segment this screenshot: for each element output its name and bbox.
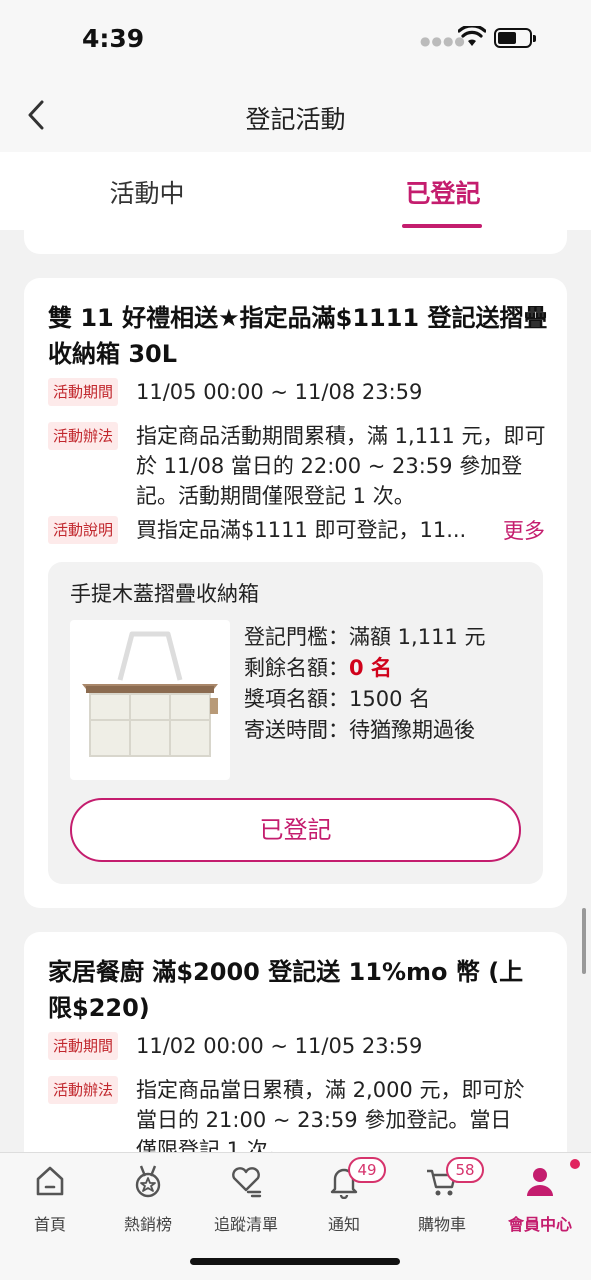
prize-delivery: 寄送時間：待猶豫期過後 [244, 718, 475, 742]
notification-badge: 49 [348, 1157, 386, 1183]
tab-bestsellers-label: 熱銷榜 [123, 1215, 172, 1234]
method-label: 活動辦法 [48, 1076, 119, 1104]
tab-cart-label: 購物車 [417, 1215, 466, 1234]
tab-home[interactable]: 首頁 [0, 1163, 100, 1235]
period-label: 活動期間 [48, 378, 119, 406]
tab-notifications-label: 通知 [327, 1215, 360, 1234]
event-card: 家居餐廚 滿$2000 登記送 11%mo 幣 (上限$220) 活動期間 11… [24, 932, 567, 1152]
remaining-value: 0 名 [349, 656, 392, 680]
tab-cart[interactable]: 58 購物車 [392, 1157, 492, 1235]
tab-indicator [402, 224, 482, 228]
method-value: 指定商品活動期間累積，滿 1,111 元，即可於 11/08 當日的 22:00… [136, 424, 546, 508]
scrollbar[interactable] [582, 908, 586, 974]
method-value: 指定商品當日累積，滿 2,000 元，即可於當日的 21:00 ~ 23:59 … [136, 1078, 525, 1152]
event-card: 雙 11 好禮相送★指定品滿$1111 登記送摺疊收納箱 30L 活動期間 11… [24, 278, 567, 908]
tab-registered[interactable]: 已登記 [380, 174, 506, 210]
cart-icon-wrap: 58 [424, 1157, 484, 1199]
method-label: 活動辦法 [48, 422, 119, 450]
period-value: 11/05 00:00 ~ 11/08 23:59 [136, 380, 423, 404]
home-indicator [190, 1258, 400, 1265]
heart-list-icon [232, 1167, 262, 1198]
tab-member-label: 會員中心 [507, 1215, 572, 1234]
prize-name: 手提木蓋摺疊收納箱 [70, 582, 259, 606]
tab-bestsellers[interactable]: 熱銷榜 [98, 1163, 198, 1235]
cart-badge: 58 [446, 1157, 484, 1183]
desc-value: 買指定品滿$1111 即可登記，11... [136, 518, 467, 542]
tab-home-label: 首頁 [33, 1215, 66, 1234]
home-icon [36, 1166, 64, 1196]
prize-image [70, 620, 230, 780]
period-value: 11/02 00:00 ~ 11/05 23:59 [136, 1034, 423, 1058]
nav-bar: 登記活動 [0, 80, 591, 152]
event-title: 家居餐廚 滿$2000 登記送 11%mo 幣 (上限$220) [48, 958, 524, 1022]
tab-member[interactable]: 會員中心 [490, 1159, 590, 1235]
wifi-icon [458, 26, 486, 46]
tab-notifications[interactable]: 49 通知 [294, 1157, 394, 1235]
member-icon [527, 1168, 553, 1196]
desc-label: 活動說明 [48, 516, 119, 544]
tab-bar: 活動中 已登記 [0, 152, 591, 230]
remaining-label: 剩餘名額： [244, 656, 349, 680]
event-title: 雙 11 好禮相送★指定品滿$1111 登記送摺疊收納箱 30L [48, 304, 548, 368]
page-title: 登記活動 [245, 105, 346, 134]
prize-quota: 獎項名額：1500 名 [244, 687, 431, 711]
prize-details: 登記門檻：滿額 1,111 元 剩餘名額：0 名 獎項名額：1500 名 寄送時… [244, 622, 485, 746]
prize-remaining: 剩餘名額：0 名 [244, 653, 485, 684]
battery-icon [494, 28, 536, 48]
member-dot [570, 1159, 580, 1169]
more-link[interactable]: 更多 [503, 515, 545, 545]
registered-button[interactable]: 已登記 [70, 798, 521, 862]
period-label: 活動期間 [48, 1032, 119, 1060]
tab-watchlist[interactable]: 追蹤清單 [196, 1163, 296, 1235]
event-list[interactable]: 雙 11 好禮相送★指定品滿$1111 登記送摺疊收納箱 30L 活動期間 11… [0, 230, 591, 1152]
previous-card [24, 230, 567, 254]
member-icon-wrap [522, 1159, 580, 1199]
status-bar: 4:39 ●●●● [0, 0, 591, 80]
tab-watchlist-label: 追蹤清單 [213, 1215, 278, 1234]
prize-threshold: 登記門檻：滿額 1,111 元 [244, 625, 486, 649]
medal-icon [135, 1165, 161, 1198]
tab-active-events[interactable]: 活動中 [87, 174, 207, 210]
status-time: 4:39 [82, 24, 145, 53]
bell-icon-wrap: 49 [326, 1157, 386, 1200]
prize-box: 手提木蓋摺疊收納箱 登記門檻：滿額 1,111 元 剩餘名額：0 名 獎項名額：… [48, 562, 543, 884]
